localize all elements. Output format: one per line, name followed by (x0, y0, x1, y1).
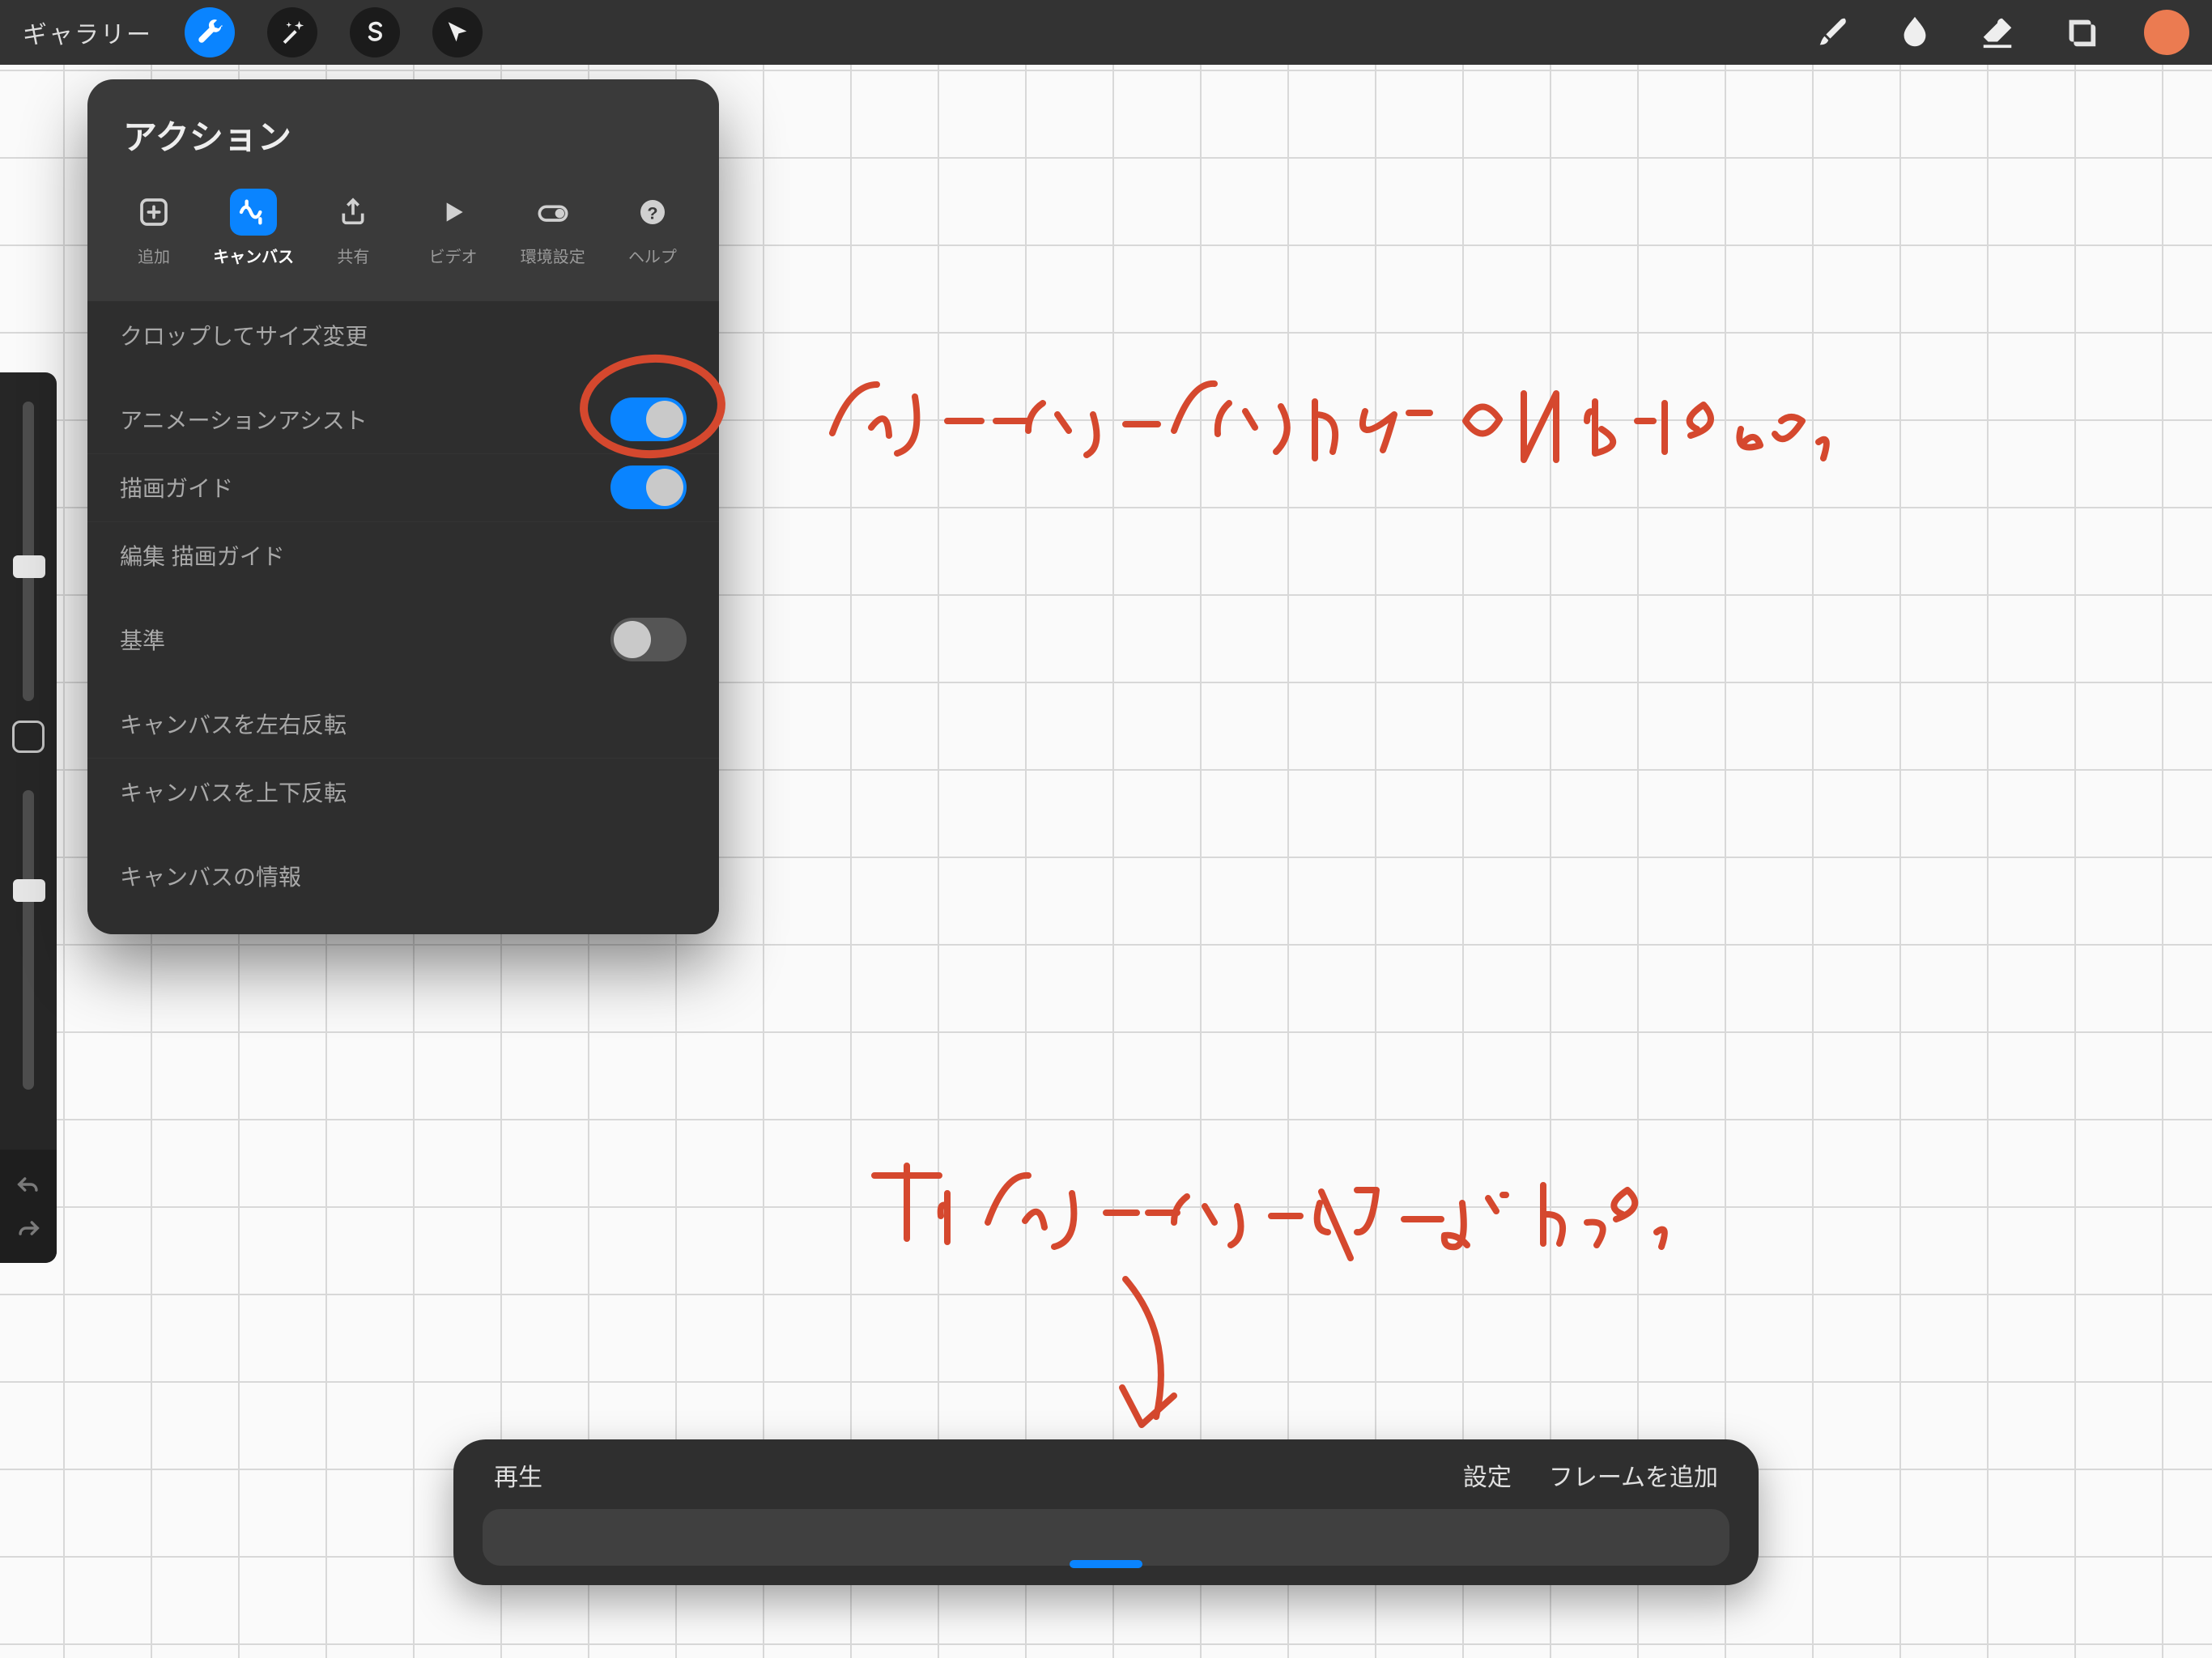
transform-button[interactable] (432, 7, 483, 57)
row-label: キャンバスの情報 (120, 860, 301, 892)
svg-text:?: ? (647, 202, 657, 223)
row-label: 編集 描画ガイド (120, 539, 285, 572)
brush-tool-button[interactable] (1814, 14, 1851, 51)
handwriting-annotation-1 (826, 364, 1959, 498)
animbar-handle[interactable] (1070, 1560, 1142, 1568)
top-toolbar: ギャラリー (0, 0, 2212, 65)
color-swatch-button[interactable] (2144, 10, 2189, 55)
toggle-drawing-guide[interactable] (610, 466, 687, 509)
animbar-play-button[interactable]: 再生 (494, 1457, 542, 1493)
gallery-button[interactable]: ギャラリー (23, 15, 152, 50)
wand-icon (279, 19, 306, 46)
brush-size-slider[interactable] (23, 402, 34, 701)
undo-icon[interactable] (15, 1171, 42, 1198)
modify-button[interactable] (12, 721, 45, 753)
toggle-reference[interactable] (610, 618, 687, 661)
canvas-icon (237, 196, 270, 228)
brush-opacity-slider[interactable] (23, 790, 34, 1090)
s-icon (361, 19, 389, 46)
actions-title: アクション (87, 79, 719, 174)
tab-video[interactable]: ビデオ (406, 181, 500, 285)
erase-tool-button[interactable] (1979, 14, 2016, 51)
tab-add[interactable]: 追加 (107, 181, 201, 285)
row-label: キャンバスを上下反転 (120, 776, 347, 808)
brush-size-knob[interactable] (13, 555, 45, 578)
row-reference[interactable]: 基準 (87, 606, 719, 674)
tab-label: 環境設定 (521, 244, 585, 267)
row-label: アニメーションアシスト (120, 403, 368, 436)
brush-icon (1814, 14, 1851, 51)
side-slider-panel (0, 372, 57, 1263)
smudge-tool-button[interactable] (1896, 14, 1933, 51)
tab-share[interactable]: 共有 (306, 181, 400, 285)
tab-label: ヘルプ (628, 244, 677, 267)
animbar-timeline[interactable] (483, 1509, 1729, 1566)
row-label: 描画ガイド (120, 471, 233, 504)
row-drawing-guide[interactable]: 描画ガイド (87, 453, 719, 521)
eraser-icon (1979, 14, 2016, 51)
layers-button[interactable] (2061, 14, 2099, 51)
row-label: クロップしてサイズ変更 (120, 319, 368, 351)
row-canvas-info[interactable]: キャンバスの情報 (87, 842, 719, 910)
animbar-add-frame-button[interactable]: フレームを追加 (1549, 1457, 1718, 1493)
add-icon (138, 196, 170, 228)
layers-icon (2061, 14, 2099, 51)
tab-canvas[interactable]: キャンバス (206, 181, 300, 285)
prefs-toggle-icon (537, 196, 569, 228)
row-flip-horizontal[interactable]: キャンバスを左右反転 (87, 690, 719, 758)
actions-tabstrip: 追加 キャンバス 共有 ビデオ 環境設定 ? ヘルプ (87, 174, 719, 285)
row-label: 基準 (120, 623, 165, 656)
row-flip-vertical[interactable]: キャンバスを上下反転 (87, 758, 719, 826)
tab-prefs[interactable]: 環境設定 (506, 181, 600, 285)
animation-bar: 再生 設定 フレームを追加 (453, 1439, 1759, 1585)
undo-redo-group (0, 1150, 57, 1263)
tab-label: 追加 (138, 244, 170, 267)
actions-panel: アクション 追加 キャンバス 共有 ビデオ 環境設定 ? ヘルプ クロップしてサ… (87, 79, 719, 934)
play-icon (437, 196, 470, 228)
actions-wrench-button[interactable] (185, 7, 235, 57)
tab-help[interactable]: ? ヘルプ (606, 181, 700, 285)
handwriting-annotation-2 (858, 1158, 1749, 1453)
share-icon (337, 196, 369, 228)
smudge-icon (1896, 14, 1933, 51)
row-edit-drawing-guide[interactable]: 編集 描画ガイド (87, 521, 719, 589)
selection-button[interactable] (350, 7, 400, 57)
adjustments-button[interactable] (267, 7, 317, 57)
arrow-cursor-icon (444, 19, 471, 46)
help-icon: ? (636, 196, 669, 228)
redo-icon[interactable] (15, 1214, 42, 1242)
row-label: キャンバスを左右反転 (120, 708, 347, 740)
tab-label: ビデオ (429, 244, 478, 267)
animbar-settings-button[interactable]: 設定 (1463, 1457, 1512, 1493)
wrench-icon (196, 19, 223, 46)
brush-opacity-knob[interactable] (13, 879, 45, 902)
tab-label: 共有 (337, 244, 369, 267)
tab-label: キャンバス (213, 244, 294, 267)
